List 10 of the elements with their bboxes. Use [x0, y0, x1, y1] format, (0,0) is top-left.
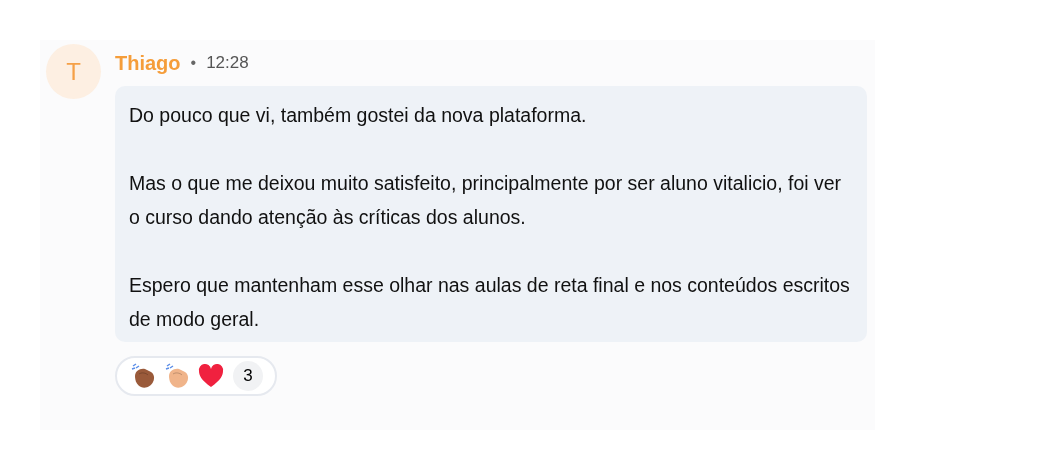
message-text: Espero que mantenham esse olhar nas aulas de reta final e nos conteúdos escritos de modo geral.: [129, 273, 851, 332]
timestamp: 12:28: [206, 53, 249, 73]
heart-icon: [197, 362, 225, 390]
message-text: Do pouco que vi, também gostei da nova plataforma.: [129, 103, 588, 128]
separator-dot: •: [190, 54, 197, 72]
reaction-count: 3: [233, 361, 263, 391]
message-text: Mas o que me deixou muito satisfeito, principalmente por ser aluno vitalicio, foi ver o curso dando atenção às críticas dos alunos.: [129, 171, 843, 230]
author-name: Thiago: [115, 51, 181, 75]
avatar: T: [46, 44, 101, 99]
reaction-bar[interactable]: 3: [115, 356, 277, 396]
